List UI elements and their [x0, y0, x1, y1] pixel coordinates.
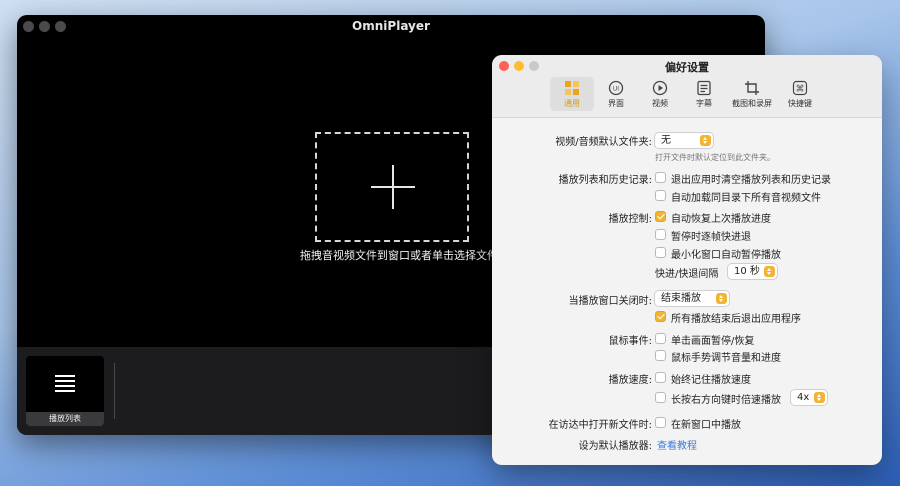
hold-right-speed-checkbox[interactable]	[655, 392, 666, 403]
preferences-title: 偏好设置	[665, 61, 709, 74]
autoload-folder-label: 自动加载同目录下所有音视频文件	[671, 193, 821, 204]
clear-history-label: 退出应用时清空播放列表和历史记录	[671, 175, 831, 186]
general-grid-icon	[565, 81, 579, 95]
tab-subtitle-label: 字幕	[696, 99, 712, 108]
playlist-button[interactable]: 播放列表	[26, 356, 104, 426]
playlist-label: 播放列表	[26, 412, 104, 426]
tab-ui-label: 界面	[608, 99, 624, 108]
ui-icon: UI	[608, 80, 624, 96]
tab-video[interactable]: 视频	[638, 77, 682, 111]
subtitle-icon	[697, 80, 711, 96]
resume-progress-checkbox[interactable]	[655, 211, 666, 222]
preferences-window: 偏好设置 通用 UI 界面 视频 字幕 截图和录屏 ⌘ 快捷键 视频/音频默认文…	[492, 55, 882, 465]
seek-interval-value: 10 秒	[734, 266, 760, 277]
speed-rate-value: 4x	[797, 392, 810, 403]
on-close-value: 结束播放	[661, 293, 701, 304]
speed-rate-select[interactable]: 4x	[791, 390, 827, 405]
playback-control-label: 播放控制:	[608, 214, 652, 225]
new-window-label: 在新窗口中播放	[671, 420, 741, 431]
plus-icon-vertical	[392, 165, 394, 209]
quit-after-play-label: 所有播放结束后退出应用程序	[671, 314, 801, 325]
tab-screenshot-label: 截图和录屏	[732, 99, 772, 108]
default-folder-hint: 打开文件时默认定位到此文件夹。	[655, 153, 775, 162]
default-folder-value: 无	[661, 135, 671, 146]
svg-text:⌘: ⌘	[796, 85, 805, 95]
history-label: 播放列表和历史记录:	[558, 175, 652, 186]
chevron-updown-icon	[700, 135, 711, 146]
tab-screenshot-recording[interactable]: 截图和录屏	[726, 77, 778, 111]
chevron-updown-icon	[716, 293, 727, 304]
seek-interval-label: 快进/快退间隔	[655, 269, 719, 280]
autoload-folder-checkbox[interactable]	[655, 190, 666, 201]
click-pause-checkbox[interactable]	[655, 333, 666, 344]
tab-general[interactable]: 通用	[550, 77, 594, 111]
minimize-pause-checkbox[interactable]	[655, 247, 666, 258]
tab-video-label: 视频	[652, 99, 668, 108]
tab-general-label: 通用	[564, 99, 580, 108]
mouse-gesture-checkbox[interactable]	[655, 350, 666, 361]
seek-interval-select[interactable]: 10 秒	[728, 264, 777, 279]
playback-speed-label: 播放速度:	[608, 375, 652, 386]
tab-ui[interactable]: UI 界面	[594, 77, 638, 111]
remember-speed-label: 始终记住播放速度	[671, 375, 751, 386]
mouse-gesture-label: 鼠标手势调节音量和进度	[671, 353, 781, 364]
drop-hint-text: 拖拽音视频文件到窗口或者单击选择文件	[300, 249, 498, 262]
divider	[114, 363, 115, 419]
new-window-checkbox[interactable]	[655, 417, 666, 428]
tab-subtitle[interactable]: 字幕	[682, 77, 726, 111]
command-icon: ⌘	[792, 80, 808, 96]
hold-right-speed-label: 长按右方向键时倍速播放	[671, 395, 781, 406]
minimize-pause-label: 最小化窗口自动暂停播放	[671, 250, 781, 261]
click-pause-label: 单击画面暂停/恢复	[671, 336, 755, 347]
mouse-events-label: 鼠标事件:	[608, 336, 652, 347]
finder-open-label: 在访达中打开新文件时:	[548, 420, 652, 431]
chevron-updown-icon	[814, 392, 825, 403]
quit-after-play-checkbox[interactable]	[655, 311, 666, 322]
window-title: OmniPlayer	[352, 19, 430, 33]
file-drop-zone[interactable]	[315, 132, 469, 242]
svg-text:UI: UI	[613, 86, 619, 93]
default-folder-label: 视频/音频默认文件夹:	[555, 137, 652, 148]
resume-progress-label: 自动恢复上次播放进度	[671, 214, 771, 225]
clear-history-checkbox[interactable]	[655, 172, 666, 183]
crop-icon	[745, 81, 759, 95]
view-tutorial-link[interactable]: 查看教程	[657, 437, 697, 452]
remember-speed-checkbox[interactable]	[655, 372, 666, 383]
preferences-toolbar: 偏好设置 通用 UI 界面 视频 字幕 截图和录屏 ⌘ 快捷键	[492, 55, 882, 118]
tab-shortcuts[interactable]: ⌘ 快捷键	[778, 77, 822, 111]
frame-step-label: 暂停时逐帧快进退	[671, 232, 751, 243]
default-folder-select[interactable]: 无	[655, 133, 713, 148]
on-close-label: 当播放窗口关闭时:	[568, 296, 652, 307]
frame-step-checkbox[interactable]	[655, 229, 666, 240]
play-circle-icon	[652, 80, 668, 96]
list-icon	[55, 375, 75, 395]
default-player-label: 设为默认播放器:	[578, 441, 652, 452]
tab-shortcuts-label: 快捷键	[788, 99, 812, 108]
on-close-select[interactable]: 结束播放	[655, 291, 729, 306]
chevron-updown-icon	[764, 266, 775, 277]
